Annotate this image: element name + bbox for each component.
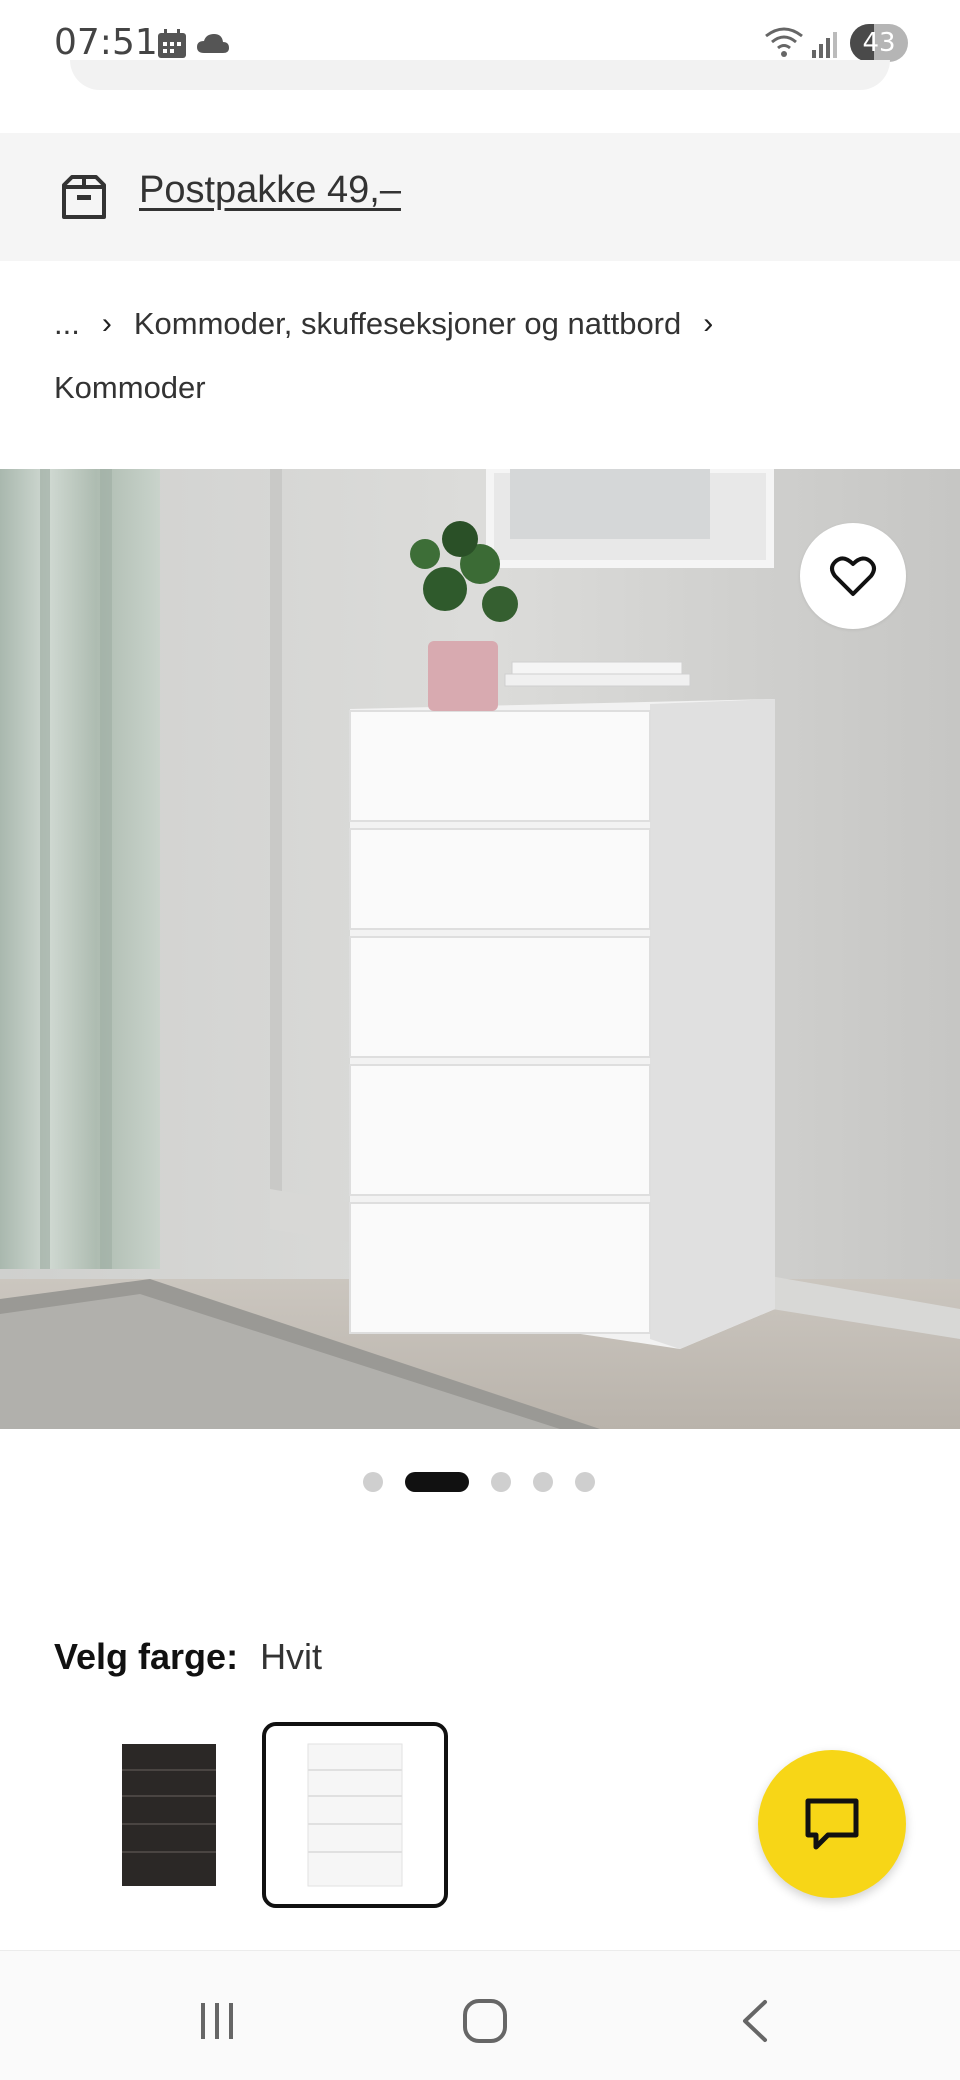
signal-icon <box>812 32 837 58</box>
chat-bubble-icon <box>805 1798 859 1850</box>
shipping-price-link[interactable]: Postpakke 49,– <box>139 169 401 212</box>
home-icon <box>463 1999 507 2043</box>
color-swatch-black-brown[interactable] <box>76 1722 262 1908</box>
breadcrumb: ... › Kommoder, skuffeseksjoner og nattb… <box>54 292 914 420</box>
cloud-icon <box>197 34 229 53</box>
color-swatch-white[interactable] <box>262 1722 448 1908</box>
color-label: Velg farge: <box>54 1636 239 1677</box>
home-button[interactable] <box>455 1991 515 2051</box>
color-value: Hvit <box>260 1636 323 1677</box>
color-chooser: Velg farge: Hvit <box>54 1636 322 1678</box>
status-time: 07:51 <box>54 22 158 63</box>
image-pagination <box>0 1470 960 1494</box>
recent-apps-icon <box>201 2003 233 2039</box>
pagination-dot[interactable] <box>491 1472 511 1492</box>
breadcrumb-ellipsis[interactable]: ... <box>54 292 80 356</box>
back-icon <box>743 2000 767 2042</box>
wifi-icon <box>765 27 803 57</box>
recent-apps-button[interactable] <box>187 1991 247 2051</box>
back-button[interactable] <box>725 1991 785 2051</box>
dresser-thumbnail-white <box>307 1743 403 1887</box>
breadcrumb-item-category[interactable]: Kommoder, skuffeseksjoner og nattbord <box>134 292 681 356</box>
chat-button[interactable] <box>758 1750 906 1898</box>
parcel-icon <box>62 175 106 219</box>
shipping-banner: Postpakke 49,– <box>0 133 960 261</box>
heart-outline-icon <box>830 556 876 596</box>
battery-level: 43 <box>862 28 896 58</box>
pagination-dot[interactable] <box>363 1472 383 1492</box>
chevron-right-icon: › <box>703 307 714 340</box>
chevron-right-icon: › <box>101 307 112 340</box>
search-bar-edge[interactable] <box>70 60 890 90</box>
battery-icon: 43 <box>850 24 908 62</box>
pagination-dot[interactable] <box>575 1472 595 1492</box>
pagination-dot[interactable] <box>533 1472 553 1492</box>
breadcrumb-item-current[interactable]: Kommoder <box>54 356 206 420</box>
dresser-thumbnail-dark <box>122 1744 216 1886</box>
calendar-icon <box>158 29 186 58</box>
pagination-dot-active[interactable] <box>405 1472 469 1492</box>
favourite-button[interactable] <box>800 523 906 629</box>
system-nav-bar <box>0 1950 960 2080</box>
